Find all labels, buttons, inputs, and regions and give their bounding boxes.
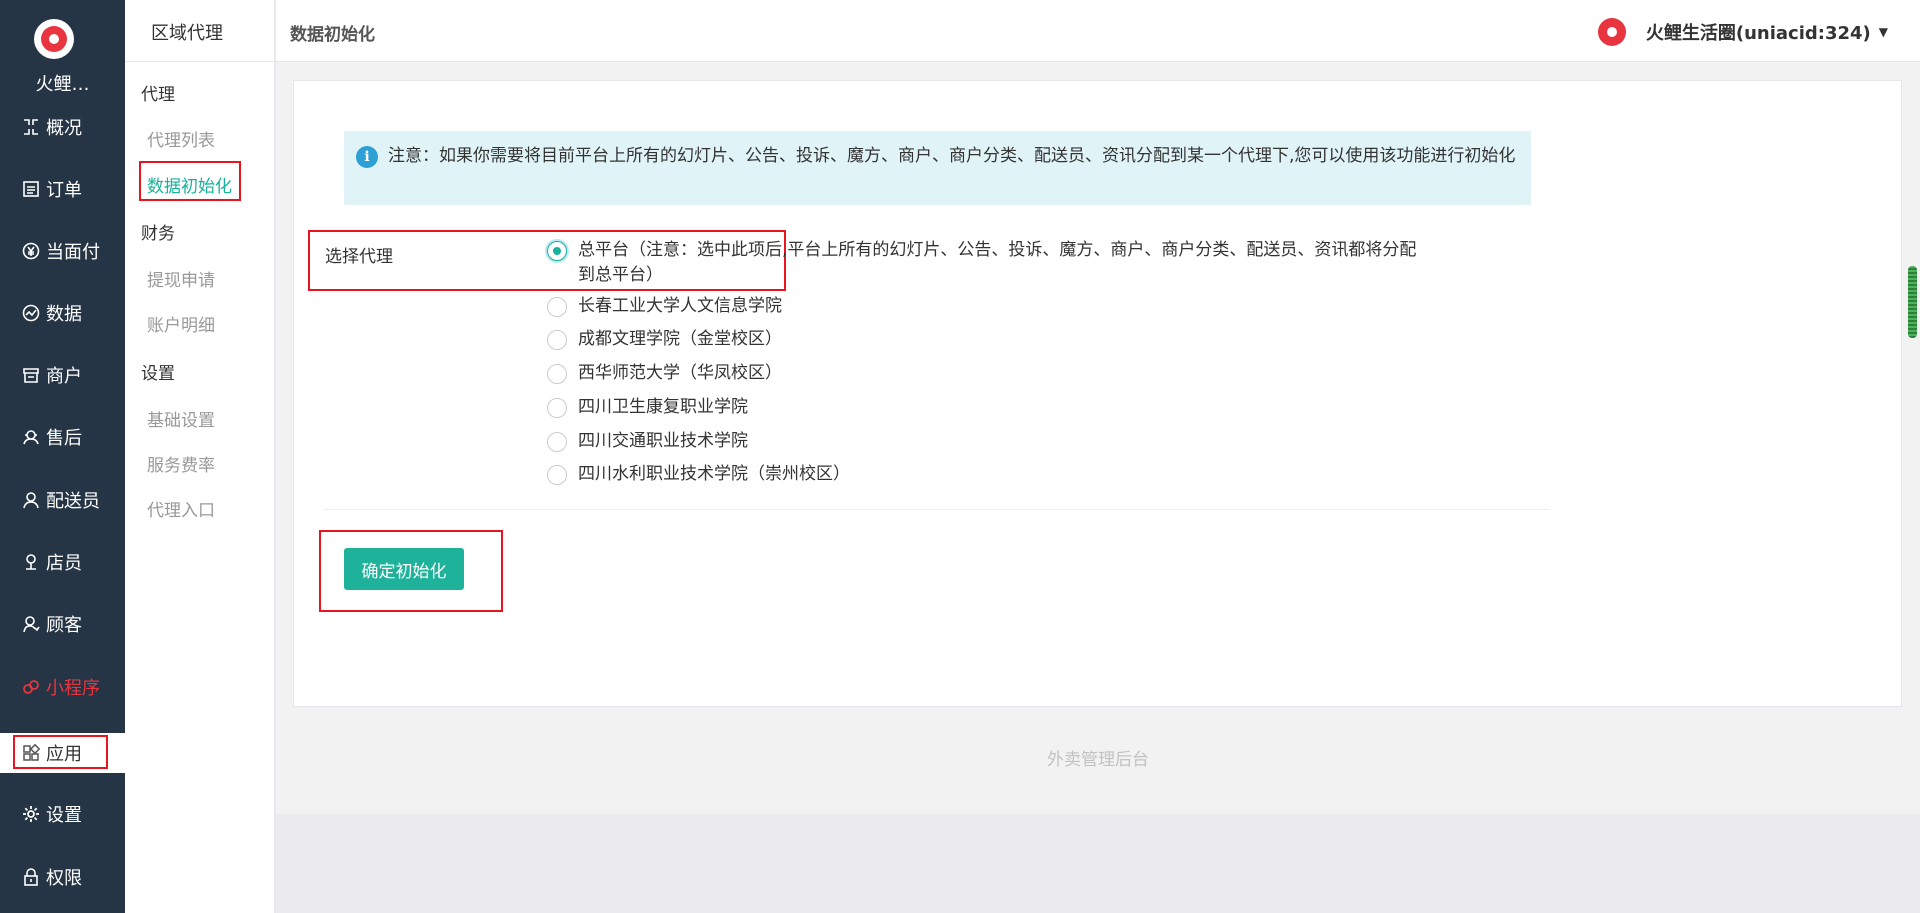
option-label: 四川交通职业技术学院	[578, 431, 748, 451]
option-label: 西华师范大学（华凤校区）	[578, 363, 782, 383]
agent-option[interactable]: 长春工业大学人文信息学院	[547, 294, 782, 319]
sub-item-account-detail[interactable]: 账户明细	[147, 311, 215, 336]
yen-icon	[22, 242, 40, 260]
user-menu[interactable]: 火鲤生活圈(uniacid:324) ▼	[1597, 18, 1888, 46]
agent-option[interactable]: 四川交通职业技术学院	[547, 429, 748, 454]
radio[interactable]	[547, 432, 567, 452]
nav-label: 权限	[46, 868, 82, 889]
agent-option[interactable]: 四川水利职业技术学院（崇州校区）	[547, 462, 850, 487]
agent-option-platform[interactable]: 总平台（注意：选中此项后,平台上所有的幻灯片、公告、投诉、魔方、商户、商户分类、…	[547, 238, 1427, 288]
nav-store[interactable]: 商户	[0, 355, 125, 395]
page-title: 数据初始化	[290, 25, 375, 45]
nav-label: 配送员	[46, 491, 100, 512]
nav-label: 设置	[46, 805, 82, 826]
option-label: 长春工业大学人文信息学院	[578, 296, 782, 316]
option-label: 成都文理学院（金堂校区）	[578, 329, 782, 349]
sub-group-agent: 代理	[141, 85, 175, 105]
nav-overview[interactable]: 概况	[0, 107, 125, 147]
radio[interactable]	[547, 398, 567, 418]
nav-settings[interactable]: 设置	[0, 794, 125, 834]
option-label: 四川卫生康复职业学院	[578, 397, 748, 417]
option-label: 四川水利职业技术学院（崇州校区）	[578, 464, 850, 484]
nav-after-sale[interactable]: 售后	[0, 417, 125, 457]
sub-group-settings: 设置	[141, 364, 175, 384]
nav-label: 售后	[46, 428, 82, 449]
nav-label: 概况	[46, 118, 82, 139]
nav-label: 订单	[46, 180, 82, 201]
customer-icon	[22, 615, 40, 633]
sub-item-withdraw[interactable]: 提现申请	[147, 266, 215, 291]
radio[interactable]	[547, 465, 567, 485]
nav-order[interactable]: 订单	[0, 169, 125, 209]
caret-down-icon: ▼	[1878, 25, 1888, 39]
highlight-box-apps	[13, 735, 108, 769]
nav-label: 数据	[46, 304, 82, 325]
info-icon: i	[356, 146, 378, 168]
nav-label: 当面付	[46, 242, 100, 263]
notice-text: 注意：如果你需要将目前平台上所有的幻灯片、公告、投诉、魔方、商户、商户分类、配送…	[388, 146, 1516, 166]
sub-sidebar: 区域代理 代理 代理列表 数据初始化 财务 提现申请 账户明细 设置 基础设置 …	[125, 0, 275, 913]
notice-alert: i 注意：如果你需要将目前平台上所有的幻灯片、公告、投诉、魔方、商户、商户分类、…	[344, 131, 1531, 205]
sub-item-basic-settings[interactable]: 基础设置	[147, 406, 215, 431]
gear-icon	[22, 805, 40, 823]
main-sidebar: 火鲤… 概况 订单 当面付 数据 商户 售后 配送员 店员 顾客 小程序 应用 …	[0, 0, 125, 913]
sub-item-agent-entry[interactable]: 代理入口	[147, 496, 215, 521]
nav-miniprogram[interactable]: 小程序	[0, 667, 125, 707]
nav-clerk[interactable]: 店员	[0, 542, 125, 582]
nav-face-pay[interactable]: 当面付	[0, 231, 125, 271]
store-icon	[22, 366, 40, 384]
chart-icon	[22, 304, 40, 322]
brand-name: 火鲤…	[35, 74, 90, 95]
footer-text: 外卖管理后台	[1047, 750, 1149, 770]
nav-label: 店员	[46, 553, 82, 574]
agent-option[interactable]: 西华师范大学（华凤校区）	[547, 361, 782, 386]
sub-group-finance: 财务	[141, 224, 175, 244]
sub-sidebar-title: 区域代理	[125, 0, 275, 62]
nav-delivery[interactable]: 配送员	[0, 480, 125, 520]
miniprogram-icon	[22, 678, 40, 696]
sub-item-agent-list[interactable]: 代理列表	[147, 126, 215, 151]
radio[interactable]	[547, 297, 567, 317]
radio-checked[interactable]	[547, 241, 567, 261]
option-label: 总平台（注意：选中此项后,平台上所有的幻灯片、公告、投诉、魔方、商户、商户分类、…	[578, 240, 1417, 285]
highlight-box-confirm	[319, 530, 503, 612]
top-header: 数据初始化 火鲤生活圈(uniacid:324) ▼	[276, 0, 1920, 62]
support-icon	[22, 428, 40, 446]
nav-label: 小程序	[46, 678, 100, 699]
user-name: 火鲤生活圈(uniacid:324)	[1645, 23, 1871, 44]
nav-label: 顾客	[46, 615, 82, 636]
brand-logo[interactable]	[34, 19, 74, 59]
form-divider	[324, 509, 1550, 510]
highlight-box-data-init	[139, 161, 241, 201]
user-icon	[22, 491, 40, 509]
radio[interactable]	[547, 330, 567, 350]
nav-data[interactable]: 数据	[0, 293, 125, 333]
nav-customer[interactable]: 顾客	[0, 604, 125, 644]
clerk-icon	[22, 553, 40, 571]
nav-permission[interactable]: 权限	[0, 857, 125, 897]
agent-option[interactable]: 成都文理学院（金堂校区）	[547, 327, 782, 352]
sub-item-service-rate[interactable]: 服务费率	[147, 451, 215, 476]
overview-icon	[22, 118, 40, 136]
user-logo-icon	[1597, 18, 1626, 46]
scrollbar-thumb[interactable]	[1908, 266, 1917, 338]
nav-label: 商户	[46, 366, 82, 387]
agent-option[interactable]: 四川卫生康复职业学院	[547, 395, 748, 420]
order-icon	[22, 180, 40, 198]
lock-icon	[22, 868, 40, 886]
radio[interactable]	[547, 364, 567, 384]
